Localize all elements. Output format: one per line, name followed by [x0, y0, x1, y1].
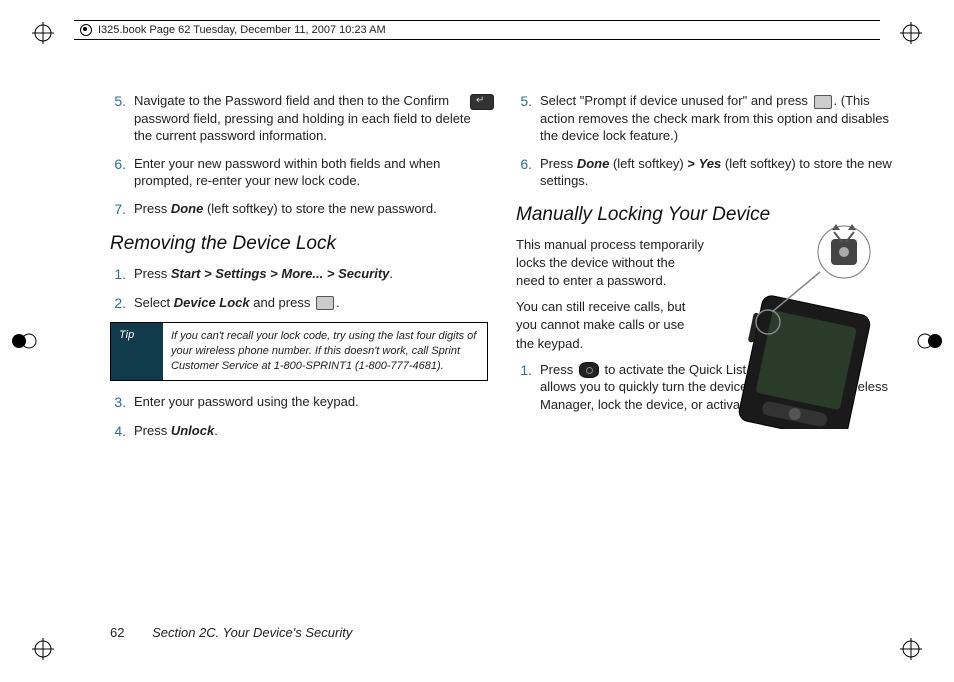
step-number: 4. — [110, 422, 126, 441]
header-text: I325.book Page 62 Tuesday, December 11, … — [98, 24, 386, 36]
step-text: Enter your password using the keypad. — [134, 393, 359, 412]
step-item: 1. Press Start > Settings > More... > Se… — [110, 265, 488, 284]
page-number: 62 — [110, 625, 124, 640]
step-item: 2. Select Device Lock and press . — [110, 294, 488, 313]
binding-mark-icon — [916, 333, 944, 349]
steps-list: 3. Enter your password using the keypad.… — [110, 393, 488, 441]
step-text: Navigate to the Password field and then … — [134, 92, 488, 145]
steps-list: 1. Press Start > Settings > More... > Se… — [110, 265, 488, 313]
step-text: Press Unlock. — [134, 422, 218, 441]
left-column: 5. Navigate to the Password field and th… — [110, 92, 488, 612]
step-number: 1. — [110, 265, 126, 284]
section-label: Section 2C. Your Device's Security — [152, 625, 352, 640]
step-text: Press Done (left softkey) to store the n… — [134, 200, 437, 219]
step-text: Select "Prompt if device unused for" and… — [540, 92, 894, 145]
framemaker-header: I325.book Page 62 Tuesday, December 11, … — [74, 20, 880, 40]
step-number: 2. — [110, 294, 126, 313]
section-heading-manually-locking: Manually Locking Your Device — [516, 204, 894, 226]
header-dot-icon — [80, 24, 92, 36]
section-heading-removing-lock: Removing the Device Lock — [110, 233, 488, 255]
paragraph: This manual process temporarily locks th… — [516, 236, 704, 291]
crop-mark-icon — [32, 638, 54, 660]
binding-mark-icon — [10, 333, 38, 349]
crop-mark-icon — [900, 638, 922, 660]
back-key-icon — [468, 92, 488, 106]
step-number: 5. — [110, 92, 126, 145]
steps-list: 5. Navigate to the Password field and th… — [110, 92, 488, 219]
page-footer: 62 Section 2C. Your Device's Security — [110, 625, 352, 640]
step-item: 3. Enter your password using the keypad. — [110, 393, 488, 412]
step-number: 6. — [110, 155, 126, 190]
tip-label: Tip — [111, 323, 163, 380]
step-text: Press Start > Settings > More... > Secur… — [134, 265, 393, 284]
step-item: 6. Enter your new password within both f… — [110, 155, 488, 190]
step-item: 7. Press Done (left softkey) to store th… — [110, 200, 488, 219]
step-number: 7. — [110, 200, 126, 219]
right-column: 5. Select "Prompt if device unused for" … — [516, 92, 894, 612]
page-content: 5. Navigate to the Password field and th… — [110, 92, 894, 612]
step-text: Enter your new password within both fiel… — [134, 155, 488, 190]
step-number: 5. — [516, 92, 532, 145]
steps-list: 5. Select "Prompt if device unused for" … — [516, 92, 894, 190]
tip-body: If you can't recall your lock code, try … — [163, 323, 487, 380]
crop-mark-icon — [900, 22, 922, 44]
ok-key-icon — [814, 95, 832, 109]
paragraph: You can still receive calls, but you can… — [516, 298, 704, 353]
step-item: 5. Select "Prompt if device unused for" … — [516, 92, 894, 145]
step-number: 1. — [516, 361, 532, 414]
step-text: Press Done (left softkey) > Yes (left so… — [540, 155, 894, 190]
power-key-icon — [579, 362, 599, 378]
ok-key-icon — [316, 296, 334, 310]
step-number: 6. — [516, 155, 532, 190]
crop-mark-icon — [32, 22, 54, 44]
step-text: Select Device Lock and press . — [134, 294, 340, 313]
step-item: 4. Press Unlock. — [110, 422, 488, 441]
step-item: 5. Navigate to the Password field and th… — [110, 92, 488, 145]
step-item: 6. Press Done (left softkey) > Yes (left… — [516, 155, 894, 190]
device-illustration — [724, 224, 894, 429]
step-number: 3. — [110, 393, 126, 412]
tip-box: Tip If you can't recall your lock code, … — [110, 322, 488, 381]
